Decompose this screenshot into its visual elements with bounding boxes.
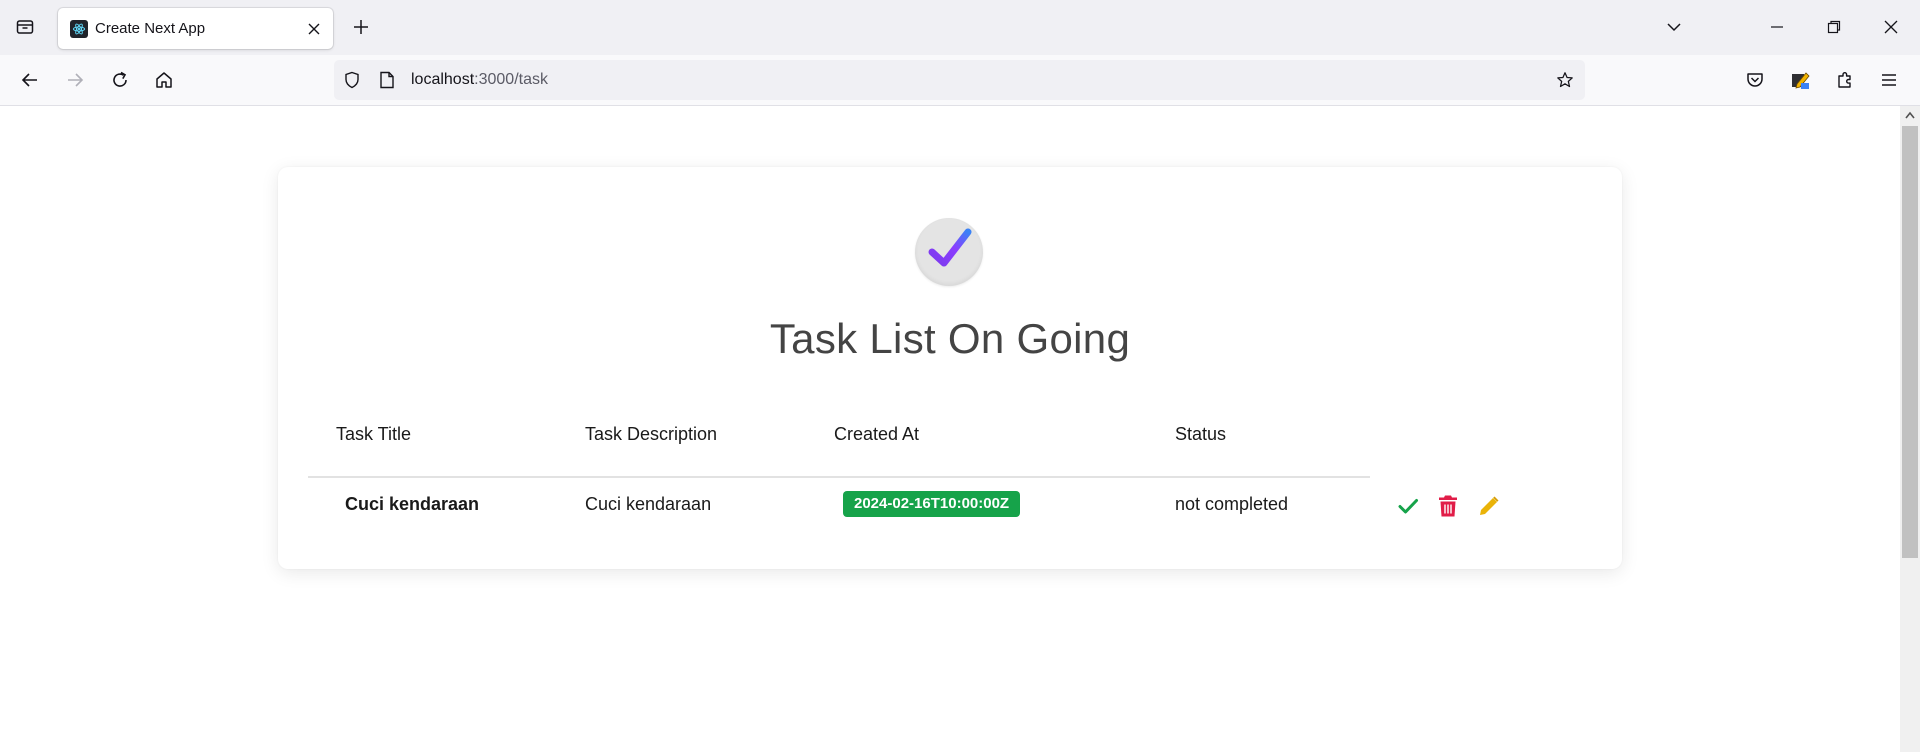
column-header-status: Status	[1175, 424, 1227, 444]
column-header-task-description: Task Description	[585, 424, 718, 444]
checkmark-logo-icon	[915, 218, 983, 286]
react-logo-icon	[70, 20, 88, 38]
scrollbar-thumb[interactable]	[1902, 126, 1918, 558]
page-title: Task List On Going	[769, 315, 1131, 362]
status-cell: not completed	[1175, 494, 1289, 514]
minimize-window-icon[interactable]	[1764, 14, 1790, 40]
tab-title: Create Next App	[95, 20, 206, 37]
page-icon[interactable]	[378, 71, 396, 89]
restore-window-icon[interactable]	[1821, 14, 1847, 40]
task-description-cell: Cuci kendaraan	[585, 494, 712, 514]
back-arrow-icon[interactable]	[17, 67, 43, 93]
check-icon[interactable]	[1394, 492, 1422, 520]
scroll-up-arrow-icon[interactable]	[1904, 110, 1916, 120]
new-tab-icon[interactable]	[348, 14, 374, 40]
pencil-icon[interactable]	[1475, 492, 1503, 520]
task-list-card: Task List On Going Task Title Task Descr…	[278, 167, 1622, 569]
list-all-tabs-icon[interactable]	[1661, 14, 1687, 40]
table-header-divider	[308, 476, 1370, 478]
close-window-icon[interactable]	[1878, 14, 1904, 40]
created-at-badge: 2024-02-16T10:00:00Z	[843, 491, 1021, 517]
bookmark-star-icon[interactable]	[1556, 71, 1574, 89]
close-tab-icon[interactable]	[305, 20, 323, 38]
address-bar[interactable]: localhost:3000/task	[334, 60, 1585, 100]
shield-icon[interactable]	[343, 71, 361, 89]
column-header-task-title: Task Title	[336, 424, 412, 444]
browser-navigation-bar: localhost:3000/task	[0, 55, 1920, 106]
url-host: localhost	[411, 71, 475, 88]
app-menu-icon[interactable]	[1876, 67, 1902, 93]
trash-icon[interactable]	[1434, 492, 1462, 520]
forward-arrow-icon[interactable]	[62, 67, 88, 93]
home-icon[interactable]	[151, 67, 177, 93]
column-header-created-at: Created At	[834, 424, 920, 444]
pocket-icon[interactable]	[1742, 67, 1768, 93]
browser-tab-strip: Create Next App	[0, 0, 1920, 55]
browser-tab-active[interactable]: Create Next App	[58, 8, 333, 49]
extension-pencil-icon[interactable]	[1787, 67, 1813, 93]
extensions-puzzle-icon[interactable]	[1832, 67, 1858, 93]
page-viewport: Task List On Going Task Title Task Descr…	[0, 106, 1900, 752]
reload-icon[interactable]	[107, 67, 133, 93]
tab-list-icon[interactable]	[12, 14, 38, 40]
task-title-cell: Cuci kendaraan	[345, 494, 480, 514]
vertical-scrollbar[interactable]	[1900, 106, 1920, 752]
url-path: :3000/task	[474, 71, 548, 88]
url-text[interactable]: localhost:3000/task	[411, 71, 548, 89]
